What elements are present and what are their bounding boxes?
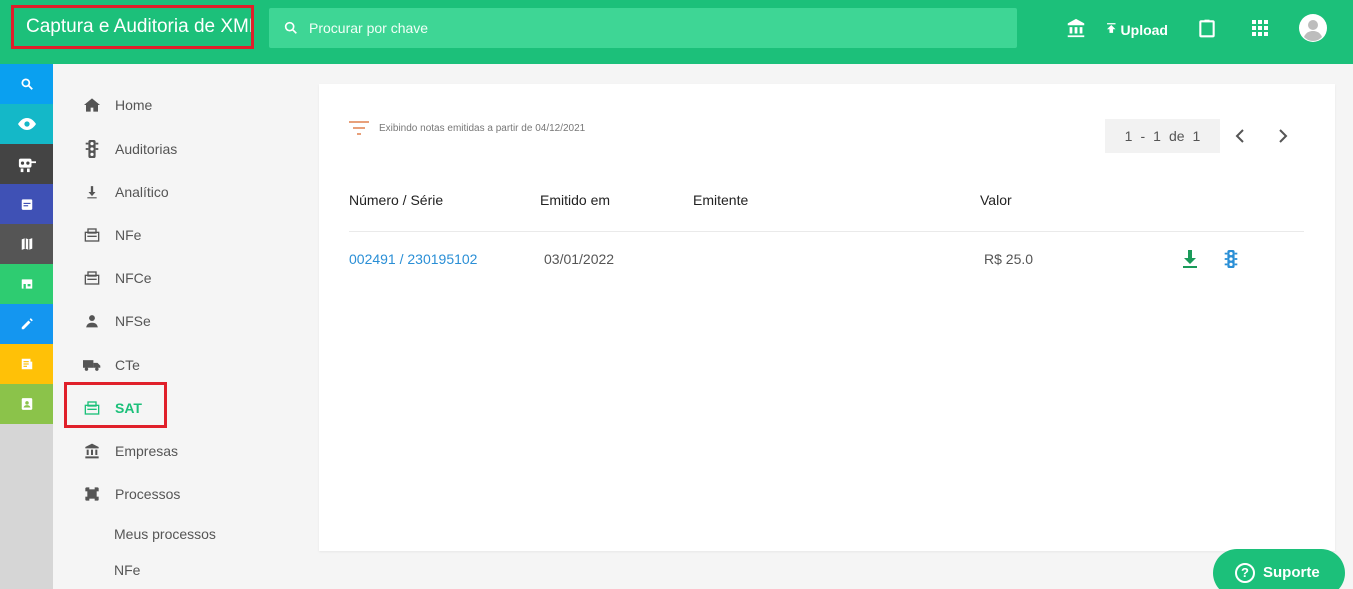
nav-label-auditorias: Auditorias — [115, 141, 178, 157]
avatar[interactable] — [1298, 13, 1328, 43]
rail-store[interactable] — [0, 264, 53, 304]
chevron-left-icon — [1235, 129, 1244, 143]
calendar-icon — [21, 199, 32, 210]
cell-emitido: 03/01/2022 — [544, 251, 615, 267]
rail-edit[interactable] — [0, 304, 53, 344]
pagination-info: 1 - 1 de 1 — [1105, 119, 1220, 153]
robot-icon — [18, 158, 36, 173]
next-page-button[interactable] — [1271, 124, 1295, 148]
nav-label-home: Home — [115, 97, 153, 113]
clipboard-icon[interactable] — [1195, 14, 1219, 42]
help-icon: ? — [1235, 563, 1255, 583]
nav-item-auditorias[interactable]: Auditorias — [83, 134, 177, 164]
nav-label-processos: Processos — [115, 486, 181, 502]
results-card: Exibindo notas emitidas a partir de 04/1… — [319, 84, 1335, 551]
contact-icon — [21, 398, 32, 410]
sat-highlight-box — [64, 382, 167, 428]
pager-sep: - — [1140, 128, 1146, 144]
pager-total: 1 — [1192, 128, 1201, 144]
home-icon — [83, 96, 101, 114]
nav-sub-meus-processos[interactable]: Meus processos — [114, 526, 216, 542]
receipt-box-icon — [83, 269, 101, 287]
support-label: Suporte — [1263, 563, 1320, 581]
nav-label-nfe: NFe — [115, 227, 142, 243]
apps-grid-icon[interactable] — [1248, 14, 1272, 42]
quick-rail — [0, 64, 53, 589]
top-bar: Captura e Auditoria de XML Upload — [0, 0, 1353, 64]
nav-label-analitico: Analítico — [115, 184, 169, 200]
rail-contact[interactable] — [0, 384, 53, 424]
app-title[interactable]: Captura e Auditoria de XML — [11, 5, 254, 49]
bank-icon[interactable] — [1064, 14, 1088, 42]
search-bar[interactable] — [269, 8, 1017, 48]
nav-item-home[interactable]: Home — [83, 90, 152, 120]
pager-of-label: de — [1168, 128, 1185, 144]
upload-label: Upload — [1120, 22, 1168, 38]
upload-button[interactable]: Upload — [1104, 14, 1168, 42]
col-header-valor[interactable]: Valor — [980, 192, 1012, 208]
person-icon — [83, 312, 101, 330]
upload-icon — [1107, 23, 1116, 33]
nav-item-nfce[interactable]: NFCe — [83, 263, 152, 293]
pencil-icon — [21, 318, 33, 330]
process-icon — [83, 485, 101, 503]
side-nav: Home Auditorias Analítico NFe NFCe NFSe … — [53, 64, 319, 589]
rail-zoom[interactable] — [0, 64, 53, 104]
download-icon — [83, 183, 101, 201]
map-icon — [21, 238, 32, 250]
rail-robot[interactable] — [0, 144, 53, 184]
cell-numero-link[interactable]: 002491 / 230195102 — [349, 251, 477, 267]
col-header-numero[interactable]: Número / Série — [349, 192, 443, 208]
nav-item-analitico[interactable]: Analítico — [83, 177, 169, 207]
rail-receipt[interactable] — [0, 344, 53, 384]
eye-icon — [17, 118, 36, 130]
header-divider — [349, 231, 1304, 232]
support-button[interactable]: ? Suporte — [1213, 549, 1345, 589]
rail-view[interactable] — [0, 104, 53, 144]
zoom-icon — [20, 78, 33, 90]
nav-item-nfe[interactable]: NFe — [83, 220, 141, 250]
nav-item-cte[interactable]: CTe — [83, 350, 140, 380]
download-icon — [1183, 250, 1197, 268]
truck-icon — [83, 356, 101, 374]
nav-item-nfse[interactable]: NFSe — [83, 306, 151, 336]
search-icon — [284, 21, 297, 34]
store-icon — [21, 279, 32, 289]
nav-item-processos[interactable]: Processos — [83, 479, 180, 509]
filter-note[interactable]: Exibindo notas emitidas a partir de 04/1… — [349, 120, 585, 136]
nav-label-cte: CTe — [115, 357, 140, 373]
receipt-icon — [21, 358, 32, 370]
nav-label-empresas: Empresas — [115, 443, 179, 459]
bank-icon — [83, 442, 101, 460]
filter-note-text: Exibindo notas emitidas a partir de 04/1… — [379, 122, 586, 134]
search-input[interactable] — [309, 8, 999, 48]
traffic-light-icon — [1224, 250, 1238, 268]
nav-item-empresas[interactable]: Empresas — [83, 436, 178, 466]
traffic-light-icon — [83, 140, 101, 158]
rail-calendar[interactable] — [0, 184, 53, 224]
col-header-emitente[interactable]: Emitente — [693, 192, 748, 208]
col-header-emitido[interactable]: Emitido em — [540, 192, 610, 208]
nav-label-nfse: NFSe — [115, 313, 151, 329]
nav-label-nfce: NFCe — [115, 270, 152, 286]
nav-sub-nfe[interactable]: NFe — [114, 562, 140, 578]
pager-from: 1 — [1124, 128, 1133, 144]
chevron-right-icon — [1279, 129, 1288, 143]
cell-valor: R$ 25.0 — [984, 251, 1034, 267]
pager-to: 1 — [1153, 128, 1161, 144]
receipt-box-icon — [83, 226, 101, 244]
audit-button[interactable] — [1220, 248, 1242, 270]
prev-page-button[interactable] — [1228, 124, 1252, 148]
filter-icon — [349, 121, 369, 135]
download-xml-button[interactable] — [1179, 248, 1201, 270]
rail-map[interactable] — [0, 224, 53, 264]
